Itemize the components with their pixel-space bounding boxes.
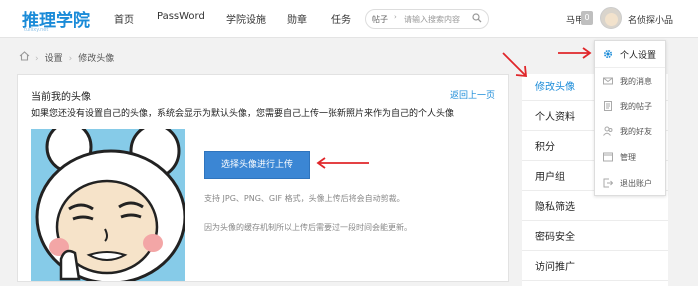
gear-icon — [603, 49, 613, 59]
breadcrumb-separator: › — [68, 54, 73, 64]
document-icon — [604, 101, 612, 111]
menu-item-label: 退出账户 — [620, 179, 652, 188]
home-icon[interactable] — [19, 51, 30, 61]
breadcrumb-separator: › — [35, 54, 39, 64]
menu-item-friends[interactable]: 我的好友 — [595, 118, 665, 144]
back-link[interactable]: 返回上一页 — [450, 88, 495, 101]
upload-hint-format: 支持 JPG、PNG、GIF 格式，头像上传后将会自动剪裁。 — [204, 194, 405, 203]
panel-description: 如果您还没有设置自己的头像，系统会显示为默认头像，您需要自己上传一张新照片来作为… — [31, 109, 455, 119]
menu-item-manage[interactable]: 管理 — [595, 144, 665, 170]
nav-tasks[interactable]: 任务 — [331, 11, 351, 26]
annotation-arrow-upload — [316, 157, 369, 169]
sidebar-item-promotion[interactable]: 访问推广 — [522, 254, 668, 281]
nav-facilities[interactable]: 学院设施 — [226, 11, 266, 26]
notification-badge[interactable]: 0 — [581, 11, 593, 25]
search-box[interactable]: 帖子 › 请输入搜索内容 — [365, 9, 489, 29]
window-icon — [603, 152, 613, 162]
search-category[interactable]: 帖子 — [372, 14, 388, 25]
menu-item-settings[interactable]: 个人设置 — [595, 41, 665, 68]
breadcrumb-current: 修改头像 — [78, 54, 115, 64]
annotation-arrow-avatar — [502, 52, 528, 78]
user-dropdown-menu: 个人设置 我的消息 我的帖子 我的好友 管理 退出账户 — [594, 40, 666, 196]
nav-password[interactable]: PassWord — [157, 11, 205, 22]
nav-home[interactable]: 首页 — [114, 11, 134, 26]
logout-icon — [603, 178, 613, 188]
avatar-panel: 当前我的头像 返回上一页 如果您还没有设置自己的头像，系统会显示为默认头像，您需… — [17, 74, 509, 282]
top-navigation-bar: 推理学院 tuilixy.net 首页 PassWord 学院设施 勋章 任务 … — [0, 0, 698, 38]
search-input[interactable]: 请输入搜索内容 — [404, 14, 460, 25]
menu-item-messages[interactable]: 我的消息 — [595, 68, 665, 94]
cartoon-avatar — [31, 129, 185, 281]
envelope-icon — [603, 77, 613, 85]
avatar-face — [605, 13, 618, 26]
site-logo-subtext: tuilixy.net — [24, 27, 49, 33]
menu-item-logout[interactable]: 退出账户 — [595, 170, 665, 196]
panel-title: 当前我的头像 — [31, 92, 91, 103]
sidebar-item-privacy[interactable]: 隐私筛选 — [522, 194, 668, 221]
current-avatar-image — [31, 129, 185, 281]
menu-item-label: 我的帖子 — [620, 102, 652, 111]
annotation-arrow-settings — [558, 47, 592, 59]
nav-medals[interactable]: 勋章 — [287, 11, 307, 26]
sidebar-item-password[interactable]: 密码安全 — [522, 224, 668, 251]
friends-icon — [603, 126, 613, 136]
menu-item-label: 我的消息 — [620, 77, 652, 86]
breadcrumb-settings[interactable]: 设置 — [45, 51, 63, 64]
menu-item-label: 个人设置 — [620, 51, 657, 61]
menu-item-posts[interactable]: 我的帖子 — [595, 93, 665, 119]
search-icon[interactable] — [472, 13, 482, 23]
menu-item-label: 我的好友 — [620, 127, 652, 136]
menu-item-label: 管理 — [620, 153, 636, 162]
upload-avatar-button[interactable]: 选择头像进行上传 — [204, 151, 310, 179]
user-avatar[interactable] — [600, 7, 622, 29]
breadcrumb: › 设置 › 修改头像 — [35, 51, 114, 64]
chevron-down-icon[interactable]: › — [394, 13, 397, 21]
upload-hint-cache: 因为头像的缓存机制所以上传后需要过一段时间会能更新。 — [204, 223, 412, 232]
profile-name[interactable]: 名侦探小品 — [628, 13, 673, 26]
